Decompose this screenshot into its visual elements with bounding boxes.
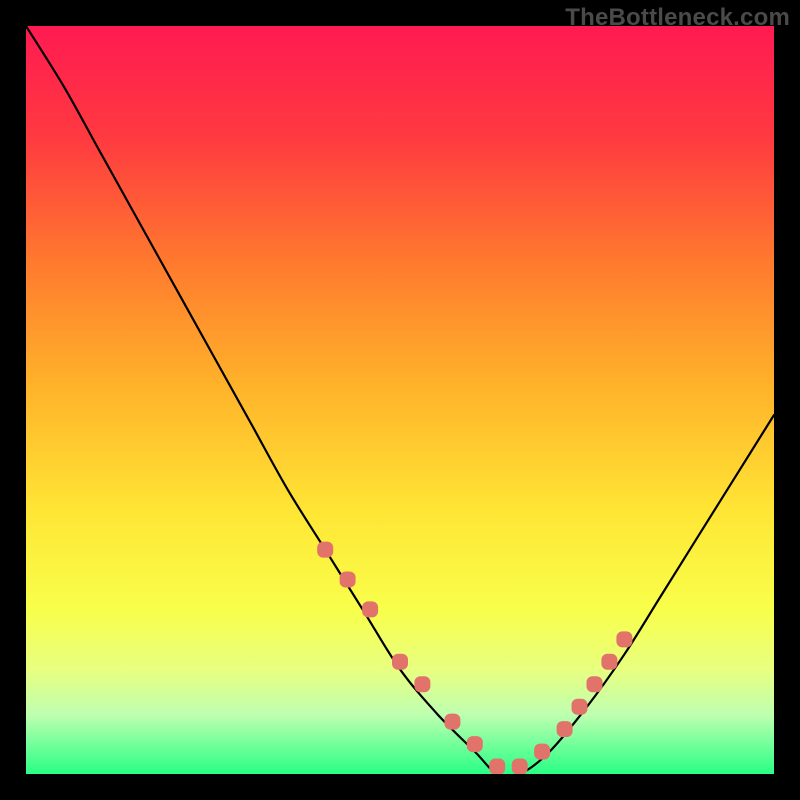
marker-point (557, 721, 573, 737)
marker-point (587, 676, 603, 692)
marker-point (616, 631, 632, 647)
marker-point (534, 744, 550, 760)
bottleneck-plot (26, 26, 774, 774)
marker-point (572, 699, 588, 715)
marker-point (414, 676, 430, 692)
marker-point (601, 654, 617, 670)
brand-watermark: TheBottleneck.com (565, 4, 790, 32)
marker-point (317, 542, 333, 558)
marker-point (489, 759, 505, 775)
chart-frame (26, 26, 774, 774)
marker-point (512, 759, 528, 775)
marker-point (362, 601, 378, 617)
marker-point (444, 714, 460, 730)
marker-group (317, 542, 632, 774)
marker-point (340, 572, 356, 588)
marker-point (392, 654, 408, 670)
marker-point (467, 736, 483, 752)
